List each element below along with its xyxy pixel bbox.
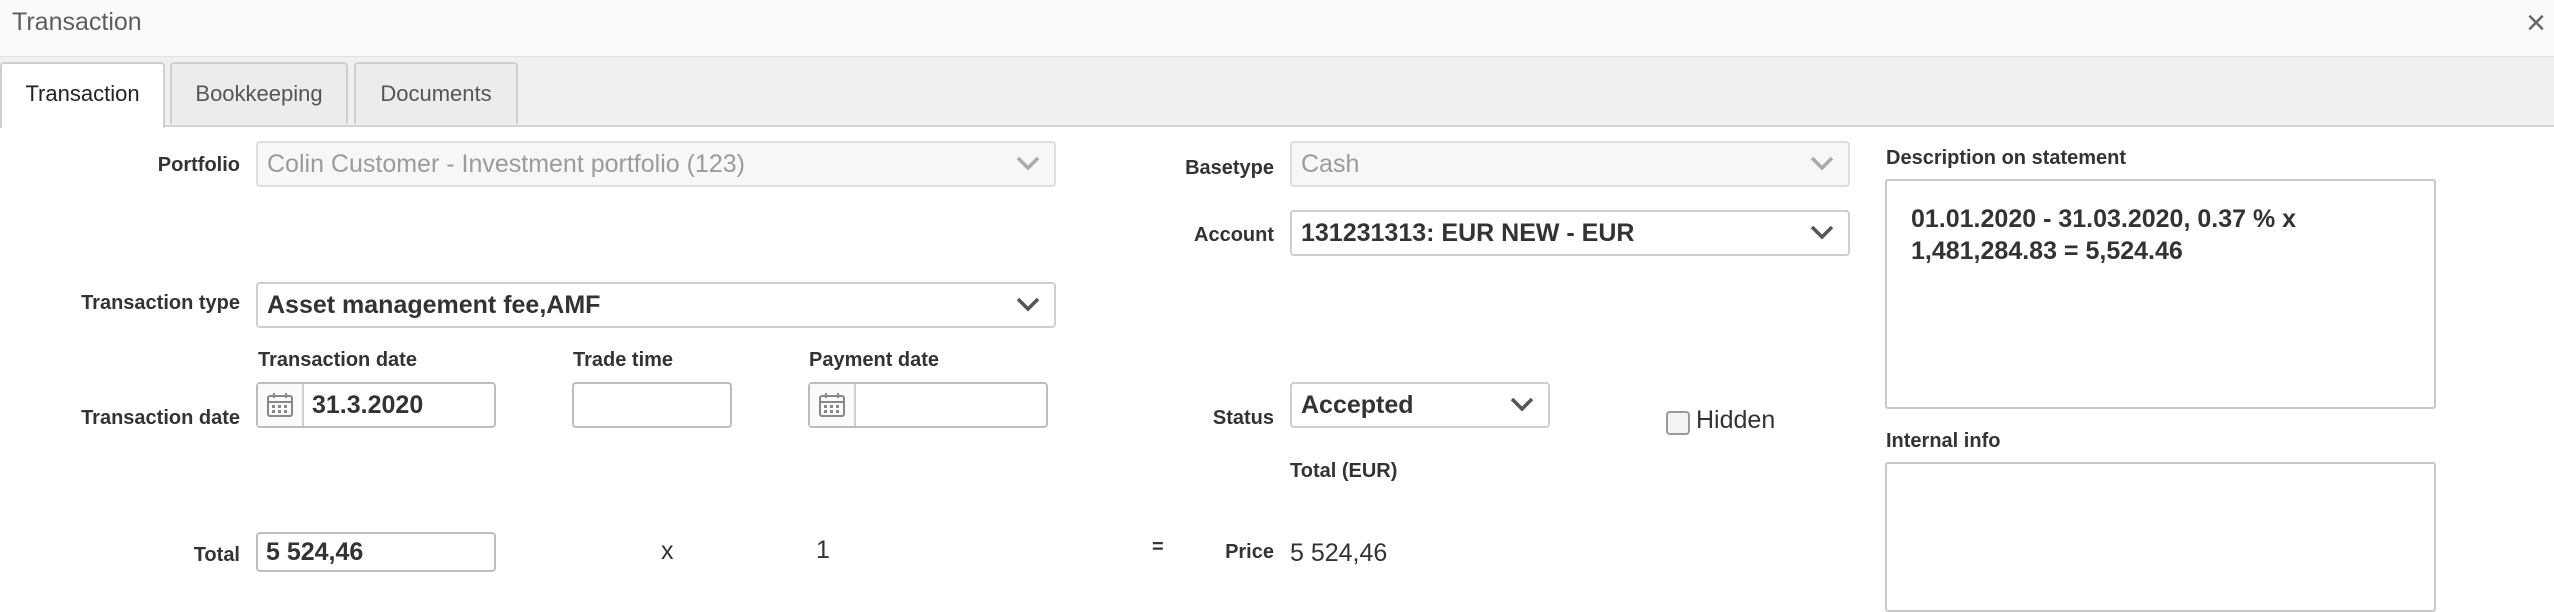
- trade-time-input[interactable]: [572, 382, 732, 428]
- basetype-value: Cash: [1301, 150, 1360, 178]
- multiply-sign: x: [661, 537, 674, 565]
- status-select[interactable]: Accepted: [1290, 382, 1550, 428]
- chevron-down-icon: [1810, 225, 1834, 240]
- price-value: 5 524,46: [1290, 539, 1388, 567]
- account-label: Account: [1194, 224, 1274, 246]
- quantity-value: 1: [816, 536, 830, 564]
- total-input[interactable]: 5 524,46: [256, 532, 496, 572]
- transaction-type-select[interactable]: Asset management fee,AMF: [256, 282, 1056, 328]
- description-label: Description on statement: [1886, 147, 2127, 169]
- transaction-date-value: 31.3.2020: [312, 391, 424, 419]
- transaction-date-field-label: Transaction date: [258, 349, 417, 371]
- portfolio-select[interactable]: Colin Customer - Investment portfolio (1…: [256, 141, 1056, 187]
- price-label: Price: [1225, 541, 1274, 563]
- trade-time-label: Trade time: [573, 349, 674, 371]
- payment-date-label: Payment date: [809, 349, 940, 371]
- tab-bookkeeping[interactable]: Bookkeeping: [170, 62, 348, 124]
- hidden-label[interactable]: Hidden: [1696, 406, 1775, 435]
- title-bar: [0, 0, 2554, 57]
- transaction-date-row-label: Transaction date: [81, 407, 240, 429]
- description-textarea[interactable]: 01.01.2020 - 31.03.2020, 0.37 % x 1,481,…: [1885, 179, 2436, 409]
- basetype-label: Basetype: [1185, 157, 1274, 179]
- hidden-checkbox[interactable]: [1666, 411, 1690, 435]
- internal-info-label: Internal info: [1886, 430, 2001, 452]
- transaction-type-label: Transaction type: [81, 292, 240, 314]
- chevron-down-icon: [1810, 156, 1834, 171]
- status-value: Accepted: [1301, 391, 1414, 419]
- payment-date-input[interactable]: [808, 382, 1048, 428]
- calendar-icon[interactable]: [810, 384, 856, 426]
- chevron-down-icon: [1510, 397, 1534, 412]
- account-value: 131231313: EUR NEW - EUR: [1301, 219, 1635, 247]
- portfolio-label: Portfolio: [157, 154, 240, 176]
- portfolio-value: Colin Customer - Investment portfolio (1…: [267, 150, 745, 178]
- description-text: 01.01.2020 - 31.03.2020, 0.37 % x 1,481,…: [1911, 205, 2297, 265]
- close-icon[interactable]: ×: [2526, 6, 2546, 40]
- total-eur-label: Total (EUR): [1290, 460, 1398, 482]
- internal-info-textarea[interactable]: [1885, 462, 2436, 612]
- transaction-type-value: Asset management fee,AMF: [267, 291, 601, 319]
- tab-transaction[interactable]: Transaction: [0, 62, 165, 128]
- window-title: Transaction: [12, 8, 142, 36]
- status-label: Status: [1212, 407, 1274, 429]
- tab-documents[interactable]: Documents: [354, 62, 518, 124]
- basetype-select[interactable]: Cash: [1290, 141, 1850, 187]
- total-value: 5 524,46: [266, 538, 364, 566]
- account-select[interactable]: 131231313: EUR NEW - EUR: [1290, 210, 1850, 256]
- transaction-date-input[interactable]: 31.3.2020: [256, 382, 496, 428]
- calendar-icon[interactable]: [258, 384, 304, 426]
- chevron-down-icon: [1016, 297, 1040, 312]
- chevron-down-icon: [1016, 156, 1040, 171]
- total-label: Total: [193, 544, 240, 566]
